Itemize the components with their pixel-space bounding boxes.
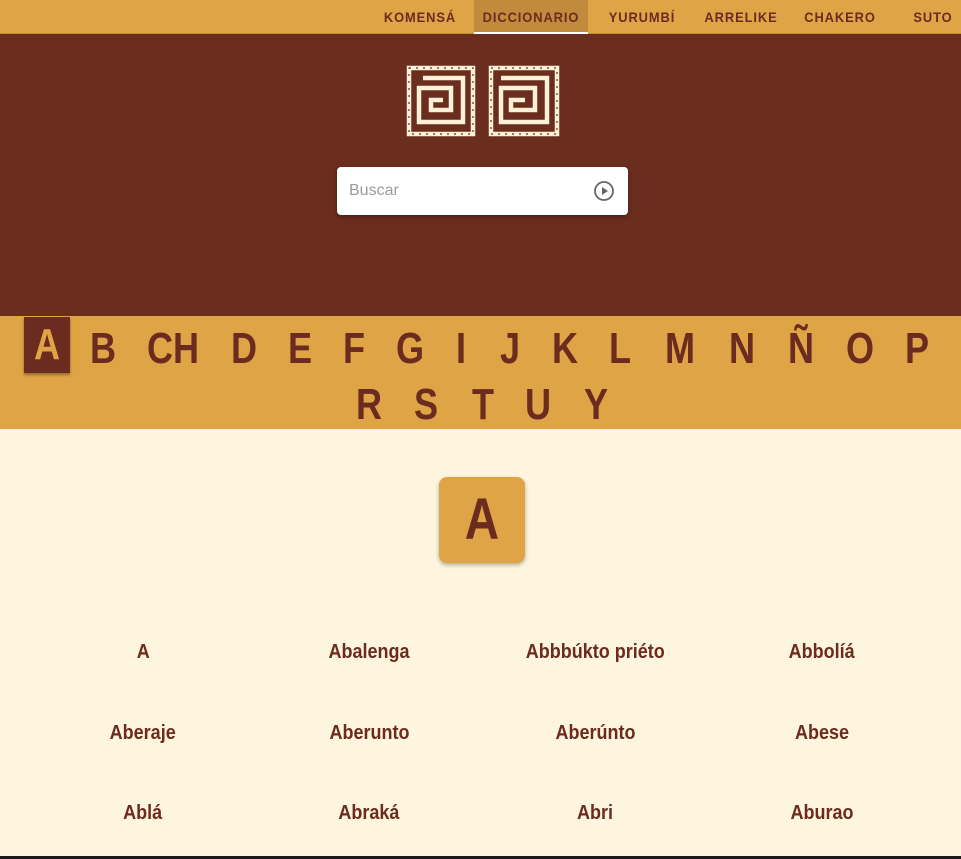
word-link[interactable]: Abri	[482, 800, 708, 826]
alphabet-letter-u[interactable]: U	[522, 377, 555, 433]
alphabet-letter-o[interactable]: O	[844, 321, 877, 377]
nav-item-komensa[interactable]: KOMENSÁ	[381, 0, 458, 34]
word-link[interactable]: Abraká	[256, 800, 482, 826]
section-letter-badge: A	[439, 477, 525, 563]
alphabet-letter-d[interactable]: D	[228, 321, 261, 377]
alphabet-bar: A B CH D E F G I J K L M N Ñ O P R S T U…	[0, 316, 961, 429]
word-link[interactable]: Aberaje	[30, 720, 256, 746]
alphabet-letter-t[interactable]: T	[467, 377, 498, 433]
nav-item-chakero[interactable]: CHAKERO	[801, 0, 878, 34]
alphabet-letter-ch[interactable]: CH	[146, 321, 200, 377]
word-link[interactable]: Aberunto	[256, 720, 482, 746]
top-nav: KOMENSÁ DICCIONARIO YURUMBÍ ARRELIKE CHA…	[0, 0, 961, 34]
word-link[interactable]: Aburao	[709, 800, 935, 826]
word-link[interactable]: Aberúnto	[482, 720, 708, 746]
alphabet-letter-k[interactable]: K	[549, 321, 582, 377]
alphabet-letter-r[interactable]: R	[353, 377, 384, 433]
search-input[interactable]	[349, 177, 579, 205]
alphabet-letter-s[interactable]: S	[410, 377, 443, 433]
alphabet-letter-e[interactable]: E	[285, 321, 315, 377]
alphabet-letter-y[interactable]: Y	[580, 377, 613, 433]
nav-item-suto[interactable]: SUTO	[907, 0, 959, 34]
word-link[interactable]: Abbolíá	[709, 639, 935, 665]
alphabet-letter-n[interactable]: N	[726, 321, 759, 377]
word-link[interactable]: Ablá	[30, 800, 256, 826]
nav-item-diccionario[interactable]: DICCIONARIO	[473, 0, 589, 34]
word-link[interactable]: Abbbúkto priéto	[482, 639, 708, 665]
word-link[interactable]: A	[30, 639, 256, 665]
word-link[interactable]: Abalenga	[256, 639, 482, 665]
spiral-squares-logo-icon[interactable]	[405, 64, 561, 138]
alphabet-letter-enye[interactable]: Ñ	[784, 321, 818, 377]
play-circle-icon[interactable]	[593, 180, 615, 202]
alphabet-letter-p[interactable]: P	[901, 321, 932, 377]
section-letter: A	[464, 487, 500, 552]
search-box	[337, 167, 628, 215]
nav-item-yurumbi[interactable]: YURUMBÍ	[603, 0, 680, 34]
alphabet-letter-l[interactable]: L	[605, 321, 635, 377]
alphabet-letter-b[interactable]: B	[87, 321, 118, 377]
alphabet-letter-i[interactable]: I	[449, 321, 474, 377]
alphabet-letter-f[interactable]: F	[339, 321, 369, 377]
alphabet-letter-g[interactable]: G	[394, 321, 427, 377]
nav-item-arrelike[interactable]: ARRELIKE	[700, 0, 783, 34]
alphabet-letter-a[interactable]: A	[24, 317, 70, 373]
alphabet-letter-m[interactable]: M	[660, 321, 699, 377]
alphabet-letter-j[interactable]: J	[495, 321, 525, 377]
hero-banner	[0, 34, 961, 316]
word-link[interactable]: Abese	[709, 720, 935, 746]
